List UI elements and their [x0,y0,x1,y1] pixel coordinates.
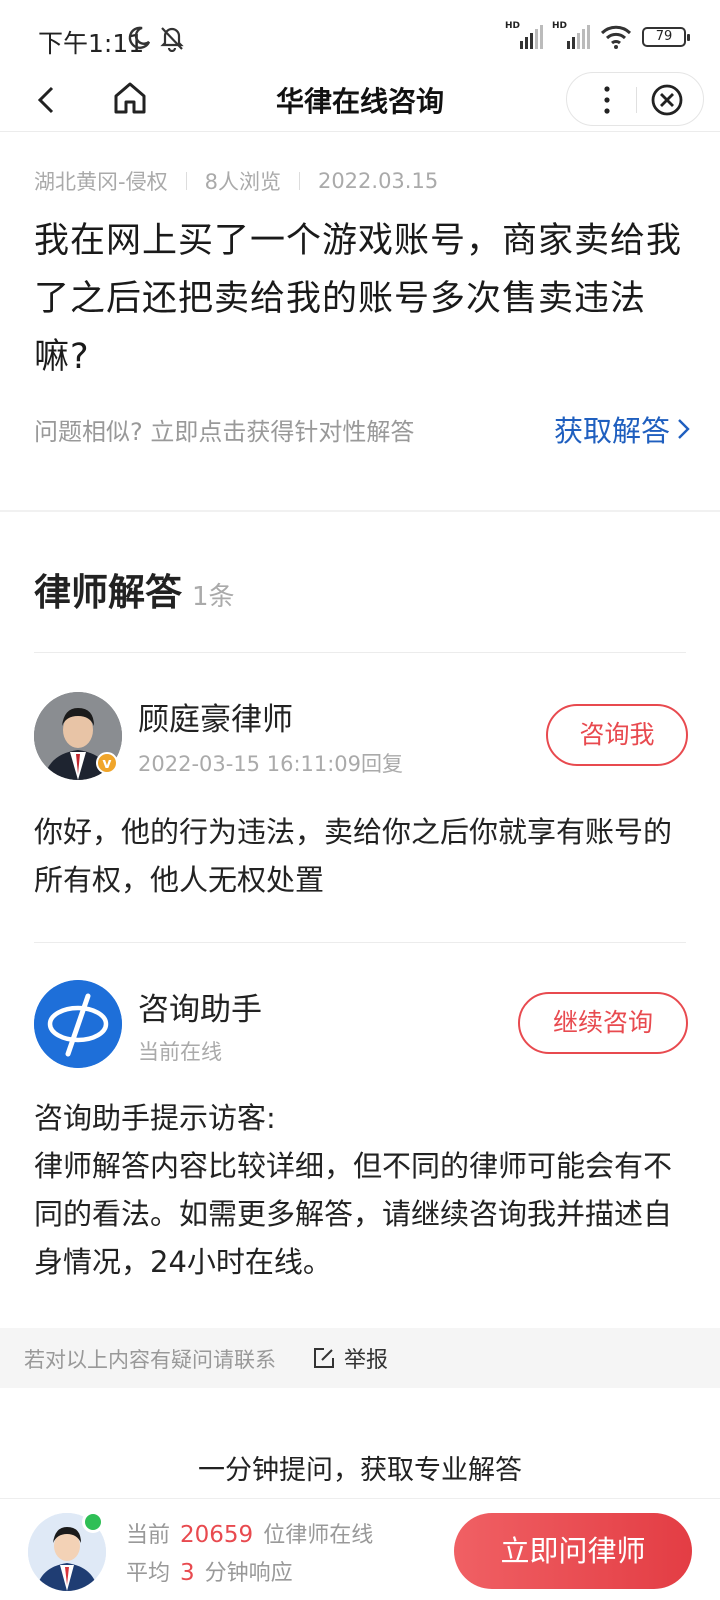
assistant-name: 咨询助手 [138,992,262,1028]
get-answer-link[interactable]: 获取解答 [554,408,692,450]
lawyer-answer: 你好，他的行为违法，卖给你之后你就享有账号的所有权，他人无权处置 [34,815,673,897]
mute-bell-icon [160,27,184,52]
online-suffix: 位律师在线 [263,1523,374,1548]
assistant-tip-body: 律师解答内容比较详细，但不同的律师可能会有不同的看法。如需更多解答，请继续咨询我… [34,1149,673,1279]
bottom-bar: 当前 20659 位律师在线 平均 3 分钟响应 立即问律师 [0,1498,720,1600]
consult-me-button[interactable]: 咨询我 [546,704,688,766]
report-link[interactable]: 举报 [312,1342,388,1374]
chevron-right-icon [678,419,690,439]
lawyer-name[interactable]: 顾庭豪律师 [138,694,293,739]
edit-icon [314,1348,334,1368]
question-date: 2022.03.15 [317,169,439,193]
nav-bar: 华律在线咨询 [0,70,720,132]
assistant-logo [34,980,122,1068]
section-divider [0,510,720,512]
report-prompt: 若对以上内容有疑问请联系 [24,1348,276,1372]
meta-divider [185,172,187,190]
get-answer-label: 获取解答 [553,414,670,448]
divider [34,652,686,653]
continue-consult-button[interactable]: 继续咨询 [518,992,688,1054]
menu-capsule [566,72,704,126]
report-bar: 若对以上内容有疑问请联系 举报 [0,1328,720,1388]
divider [34,942,686,943]
online-lawyers-line: 当前 20659 位律师在线 [126,1517,373,1549]
assistant-status: 当前在线 [138,1040,222,1064]
wifi-icon [600,25,632,49]
online-indicator [82,1511,104,1533]
response-suffix: 分钟响应 [204,1561,293,1586]
answers-count: 1条 [192,582,235,612]
meta-divider [298,172,300,190]
ask-lawyer-button[interactable]: 立即问律师 [454,1513,692,1589]
similar-prompt: 问题相似? 立即点击获得针对性解答 [34,418,415,446]
response-time-line: 平均 3 分钟响应 [126,1555,293,1587]
cta-caption: 一分钟提问，获取专业解答 [198,1455,522,1486]
reply-time: 2022-03-15 16:11:09回复 [138,752,404,776]
close-icon[interactable] [647,80,687,120]
online-prefix: 当前 [126,1523,171,1548]
moon-icon [128,26,151,49]
capsule-divider [636,87,637,113]
status-icons-left [126,24,186,52]
response-minutes: 3 [180,1560,195,1586]
verified-badge: v [96,752,118,774]
report-label: 举报 [344,1348,389,1373]
status-icons-right: HD HD 79 [505,21,690,50]
view-count: 8人浏览 [204,170,281,194]
answers-title: 律师解答 [34,571,182,614]
signal-icon: HD [505,21,543,49]
question-text: 我在网上买了一个游戏账号，商家卖给我了之后还把卖给我的账号多次售卖违法嘛? [34,221,683,377]
location-category: 湖北黄冈-侵权 [34,170,168,194]
assistant-tip-title: 咨询助手提示访客: [34,1101,276,1135]
question-meta: 湖北黄冈-侵权 8人浏览 2022.03.15 [34,166,438,196]
assistant-avatar [34,980,122,1068]
online-lawyers-count: 20659 [180,1522,254,1548]
response-prefix: 平均 [126,1561,171,1586]
answers-header: 律师解答 1条 [34,562,235,616]
battery-icon: 79 [642,27,690,47]
signal-icon-2: HD [552,21,590,49]
more-icon[interactable] [587,80,627,120]
status-bar: 下午1:11 HD HD 79 [0,0,720,70]
